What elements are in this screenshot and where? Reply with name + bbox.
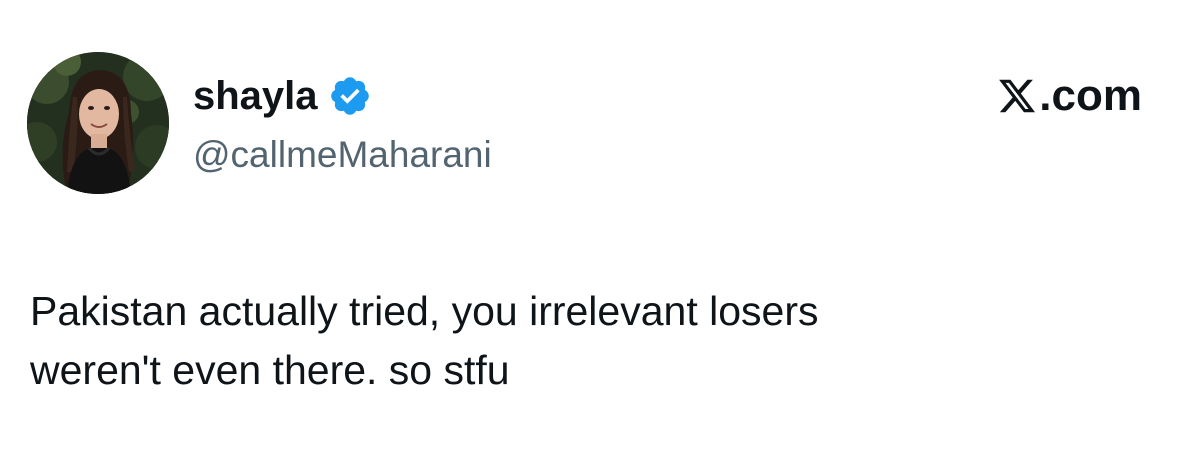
author-name-row: shayla [193, 68, 372, 124]
tweet-card: shayla @callmeMaharani .com Pakistan act… [0, 0, 1200, 449]
avatar-photo [27, 52, 169, 194]
x-logo-icon [997, 76, 1037, 116]
avatar[interactable] [27, 52, 169, 194]
tweet-text-line-2: weren't even there. so stfu [30, 347, 510, 393]
brand-watermark: .com [997, 74, 1142, 118]
display-name[interactable]: shayla [193, 76, 318, 116]
tweet-text: Pakistan actually tried, you irrelevant … [30, 282, 1150, 400]
user-handle[interactable]: @callmeMaharani [193, 136, 492, 173]
verified-badge-icon [328, 74, 372, 118]
tweet-text-line-1: Pakistan actually tried, you irrelevant … [30, 288, 819, 334]
brand-domain-suffix: .com [1039, 71, 1142, 120]
